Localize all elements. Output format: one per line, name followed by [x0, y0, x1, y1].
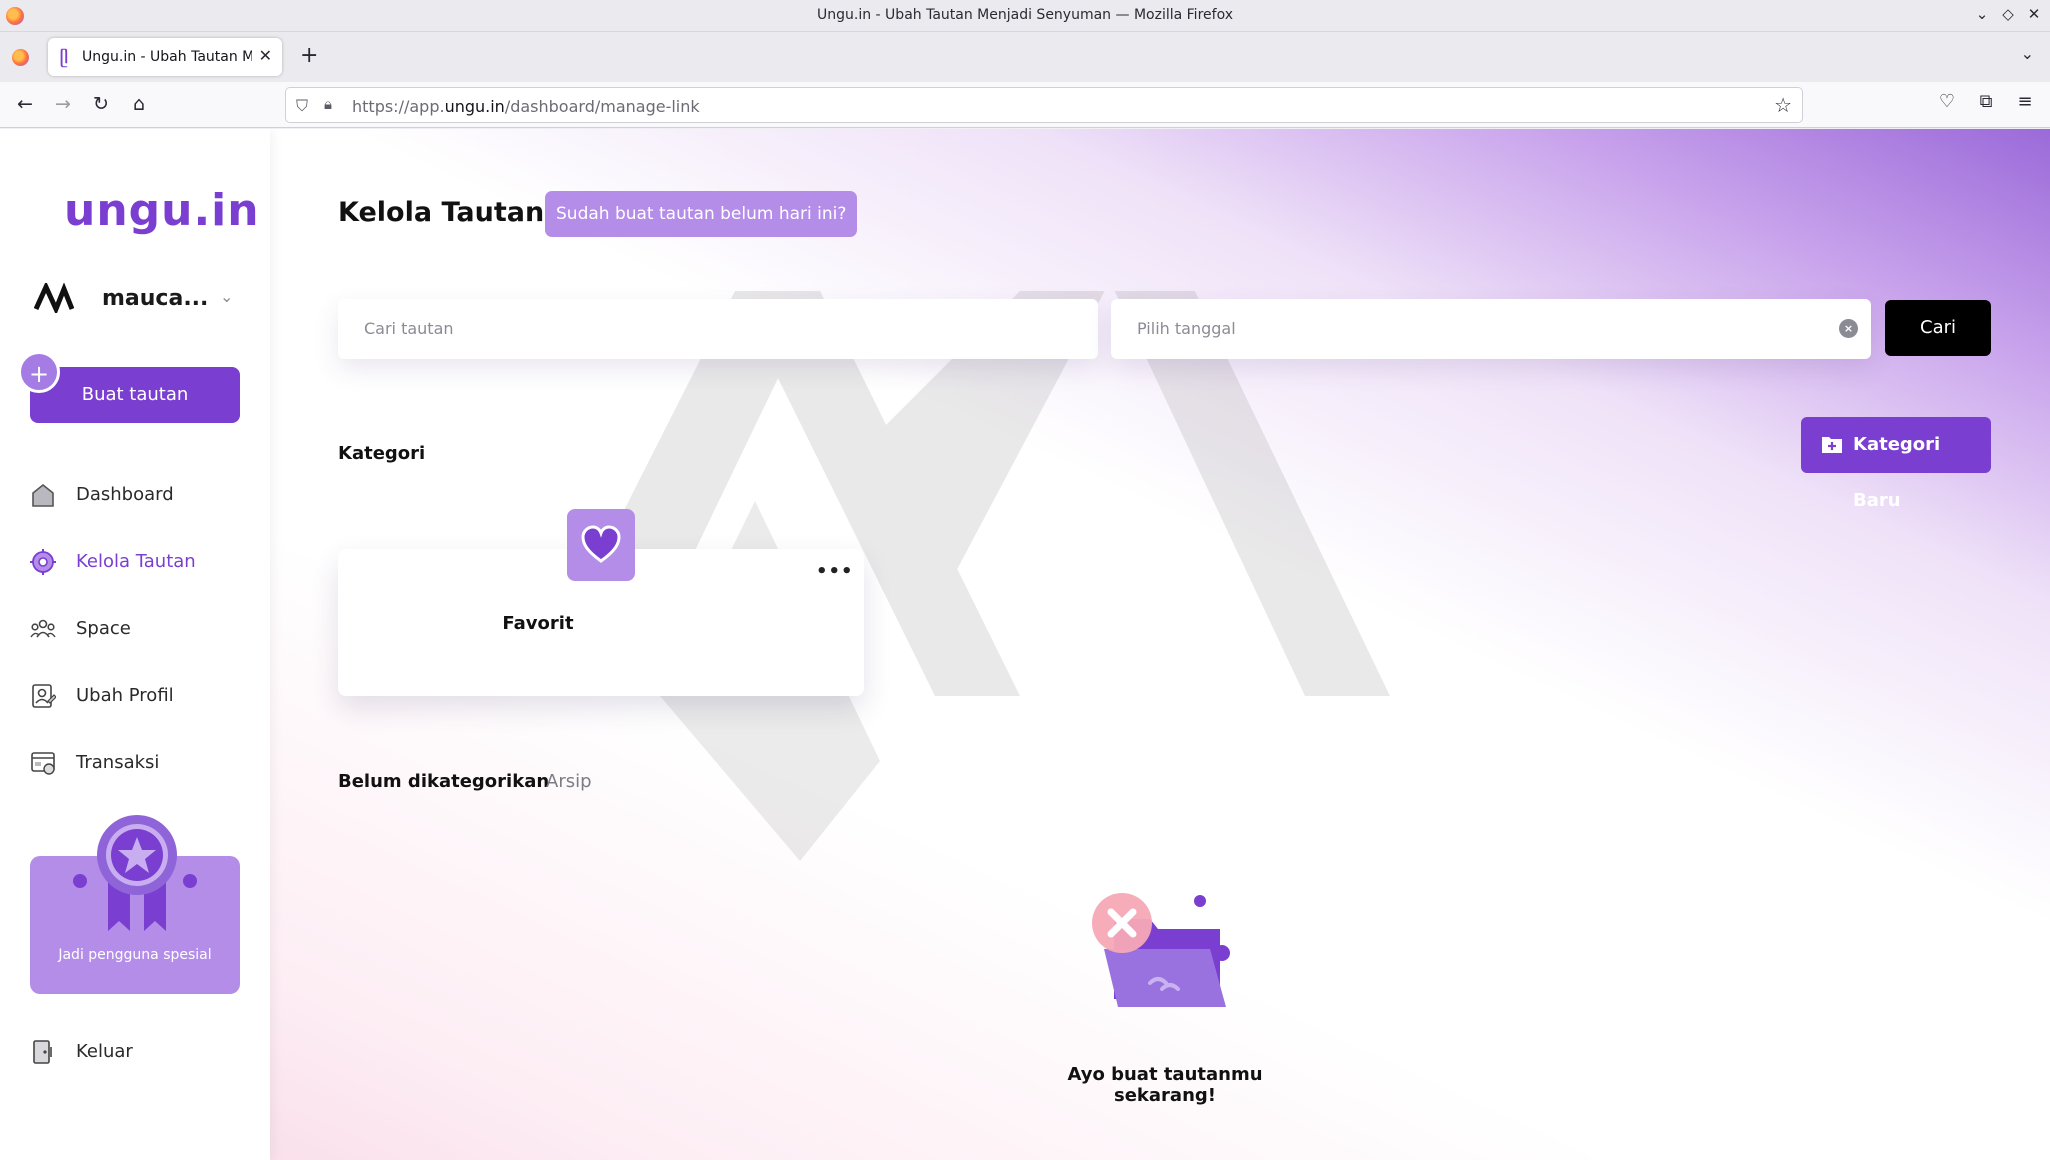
logout-door-icon [33, 1040, 52, 1064]
browser-tab[interactable]: ᥫ Ungu.in - Ubah Tautan Menjadi Senyuman… [48, 38, 282, 76]
minimize-icon[interactable]: ⌄ [1972, 5, 1992, 23]
extensions-icon[interactable]: ⧉ [1973, 91, 1999, 112]
category-heading: Kategori [338, 443, 426, 464]
window-title: Ungu.in - Ubah Tautan Menjadi Senyuman —… [817, 7, 1233, 23]
hint-badge: Sudah buat tautan belum hari ini? [545, 191, 858, 237]
category-icon [567, 509, 635, 581]
create-link-button[interactable]: Buat tautan [30, 367, 240, 423]
profile-icon [32, 684, 56, 708]
menu-icon[interactable]: ≡ [2012, 91, 2038, 112]
tab-archive[interactable]: Arsip [546, 771, 592, 792]
user-avatar-icon [34, 283, 74, 313]
search-input[interactable]: Cari tautan [338, 299, 1098, 359]
tab-close-icon[interactable]: ✕ [259, 46, 272, 65]
new-category-label: Kategori Baru [1853, 434, 1941, 511]
sidebar: ungu.in mauca... ⌄ Buat tautan + Dashboa… [0, 129, 270, 1160]
sidebar-item-label: Ubah Profil [76, 685, 174, 706]
more-options-icon[interactable]: ••• [816, 561, 854, 582]
page-title: Kelola Tautan [338, 197, 545, 228]
tab-bar: ᥫ Ungu.in - Ubah Tautan Menjadi Senyuman… [0, 32, 2050, 82]
sidebar-item-label: Transaksi [76, 752, 160, 773]
brand-logo[interactable]: ungu.in [64, 185, 260, 236]
firefox-view-icon[interactable] [12, 49, 29, 66]
people-icon [30, 619, 56, 638]
tab-uncategorized[interactable]: Belum dikategorikan [338, 771, 549, 792]
date-picker-input[interactable]: Pilih tanggal [1111, 299, 1871, 359]
gear-link-icon [30, 549, 56, 575]
chevron-down-icon[interactable]: ⌄ [220, 287, 233, 306]
transaction-icon [31, 752, 55, 775]
sidebar-item-space[interactable]: Space [30, 610, 250, 650]
folder-plus-icon [1822, 437, 1842, 453]
tab-list-chevron-icon[interactable]: ⌄ [2021, 44, 2034, 63]
user-switcher[interactable]: mauca... ⌄ [34, 279, 244, 319]
url-text[interactable]: https://app.ungu.in/dashboard/manage-lin… [352, 97, 700, 116]
sidebar-item-kelola-tautan[interactable]: Kelola Tautan [30, 543, 250, 583]
sidebar-item-label: Space [76, 618, 131, 639]
new-tab-icon[interactable]: + [300, 43, 318, 68]
new-category-button[interactable]: Kategori Baru [1801, 417, 1991, 511]
plus-icon[interactable]: + [18, 351, 60, 393]
heart-icon [581, 525, 621, 563]
tab-title: Ungu.in - Ubah Tautan Menjadi Senyuman [82, 49, 252, 65]
forward-icon[interactable]: → [50, 91, 76, 117]
sidebar-item-ubah-profil[interactable]: Ubah Profil [30, 677, 250, 717]
home-icon [32, 483, 54, 507]
search-button[interactable]: Cari [1885, 300, 1991, 356]
sidebar-item-label: Kelola Tautan [76, 551, 196, 572]
empty-state-message: Ayo buat tautanmu sekarang! [1067, 1064, 1263, 1106]
user-name: mauca... [102, 286, 209, 311]
promo-text: Jadi pengguna spesial [58, 947, 212, 963]
back-icon[interactable]: ← [12, 91, 38, 117]
logout-button[interactable]: Keluar [30, 1033, 230, 1073]
category-name: Favorit [502, 613, 574, 634]
pocket-icon[interactable]: ♡ [1934, 91, 1960, 112]
medal-icon [73, 815, 197, 931]
maximize-icon[interactable]: ◇ [1998, 5, 2018, 23]
page-content: ungu.in mauca... ⌄ Buat tautan + Dashboa… [0, 129, 2050, 1160]
sidebar-item-dashboard[interactable]: Dashboard [30, 476, 250, 516]
logout-label: Keluar [76, 1041, 133, 1062]
close-window-icon[interactable]: ✕ [2024, 5, 2044, 23]
window-titlebar: Ungu.in - Ubah Tautan Menjadi Senyuman —… [0, 0, 2050, 32]
shield-icon[interactable]: ⛉ [296, 96, 308, 116]
reload-icon[interactable]: ↻ [88, 91, 114, 117]
navigation-bar: ← → ↻ ⌂ ⛉ 🔒︎ https://app.ungu.in/dashboa… [0, 82, 2050, 128]
home-icon[interactable]: ⌂ [126, 91, 152, 117]
sidebar-item-label: Dashboard [76, 484, 174, 505]
sidebar-item-transaksi[interactable]: Transaksi [30, 744, 250, 784]
url-bar[interactable]: ⛉ 🔒︎ https://app.ungu.in/dashboard/manag… [285, 87, 1803, 123]
lock-icon[interactable]: 🔒︎ [324, 95, 332, 113]
ungu-favicon-icon: ᥫ [60, 48, 69, 67]
empty-folder-icon [1092, 893, 1230, 1007]
clear-date-icon[interactable]: × [1839, 319, 1858, 338]
bookmark-star-icon[interactable]: ☆ [1774, 93, 1792, 117]
